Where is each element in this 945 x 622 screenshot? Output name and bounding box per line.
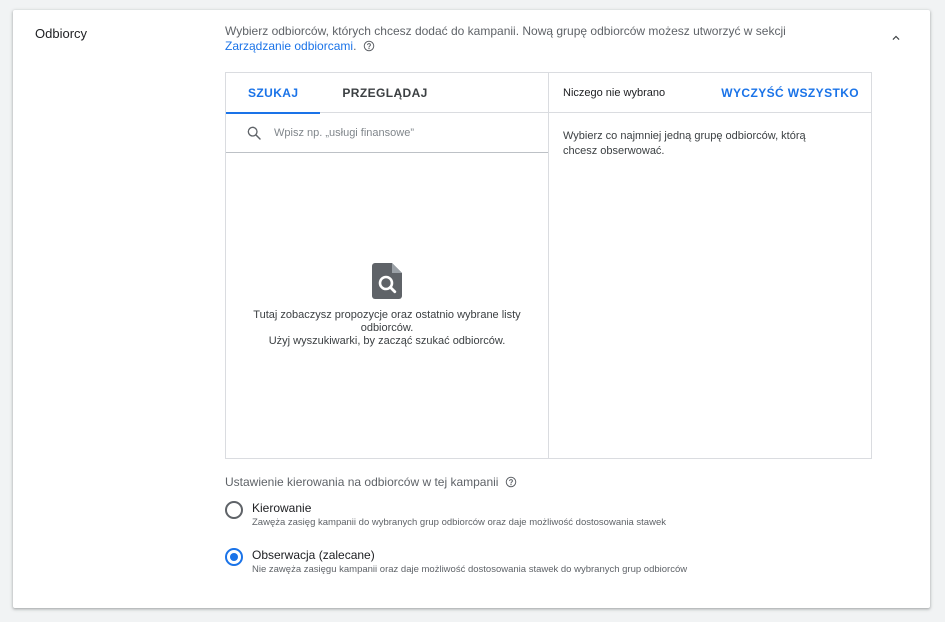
search-pane: SZUKAJ PRZEGLĄDAJ Tutaj zobaczysz [226, 73, 549, 458]
help-circle-icon[interactable] [505, 476, 517, 488]
targeting-title-text: Ustawienie kierowania na odbiorców w tej… [225, 475, 499, 489]
chevron-up-icon [892, 35, 900, 40]
document-search-icon [372, 263, 402, 299]
radio-option-targeting[interactable]: Kierowanie Zawęża zasięg kampanii do wyb… [225, 501, 666, 529]
section-title: Odbiorcy [35, 26, 88, 41]
section-description: Wybierz odbiorców, których chcesz dodać … [225, 24, 845, 54]
selection-header: Niczego nie wybrano WYCZYŚĆ WSZYSTKO [549, 73, 871, 113]
empty-state-text: Tutaj zobaczysz propozycje oraz ostatnio… [237, 309, 537, 348]
option-description: Nie zawęża zasięgu kampanii oraz daje mo… [252, 564, 688, 575]
audiences-card: Odbiorcy Wybierz odbiorców, których chce… [13, 10, 930, 608]
empty-state: Tutaj zobaczysz propozycje oraz ostatnio… [226, 263, 548, 348]
clear-all-button[interactable]: WYCZYŚĆ WSZYSTKO [721, 86, 859, 100]
selection-pane: Niczego nie wybrano WYCZYŚĆ WSZYSTKO Wyb… [549, 73, 871, 458]
help-circle-icon[interactable] [363, 40, 375, 52]
search-input[interactable] [274, 126, 534, 139]
radio-observation[interactable] [225, 548, 243, 566]
selection-status: Niczego nie wybrano [563, 86, 666, 99]
option-label: Kierowanie [252, 501, 312, 515]
targeting-setting-title: Ustawienie kierowania na odbiorców w tej… [225, 475, 517, 489]
search-bar [226, 113, 548, 153]
intro-end: . [353, 39, 357, 53]
empty-state-line2: Użyj wyszukiwarki, by zacząć szukać odbi… [268, 335, 506, 347]
intro-text: Wybierz odbiorców, których chcesz dodać … [225, 24, 786, 38]
tab-search[interactable]: SZUKAJ [226, 73, 321, 114]
search-icon [247, 126, 261, 140]
empty-state-line1: Tutaj zobaczysz propozycje oraz ostatnio… [253, 309, 521, 334]
collapse-button[interactable] [884, 26, 908, 50]
tab-browse[interactable]: PRZEGLĄDAJ [320, 73, 449, 113]
selection-hint: Wybierz co najmniej jedną grupę odbiorcó… [563, 130, 806, 157]
audience-manager-link[interactable]: Zarządzanie odbiorcami [225, 39, 353, 53]
radio-targeting[interactable] [225, 501, 243, 519]
option-label: Obserwacja (zalecane) [252, 548, 375, 562]
audience-picker: SZUKAJ PRZEGLĄDAJ Tutaj zobaczysz [225, 72, 872, 459]
picker-tabs: SZUKAJ PRZEGLĄDAJ [226, 73, 548, 114]
option-description: Zawęża zasięg kampanii do wybranych grup… [252, 517, 666, 528]
radio-option-observation[interactable]: Obserwacja (zalecane) Nie zawęża zasięgu… [225, 548, 687, 576]
